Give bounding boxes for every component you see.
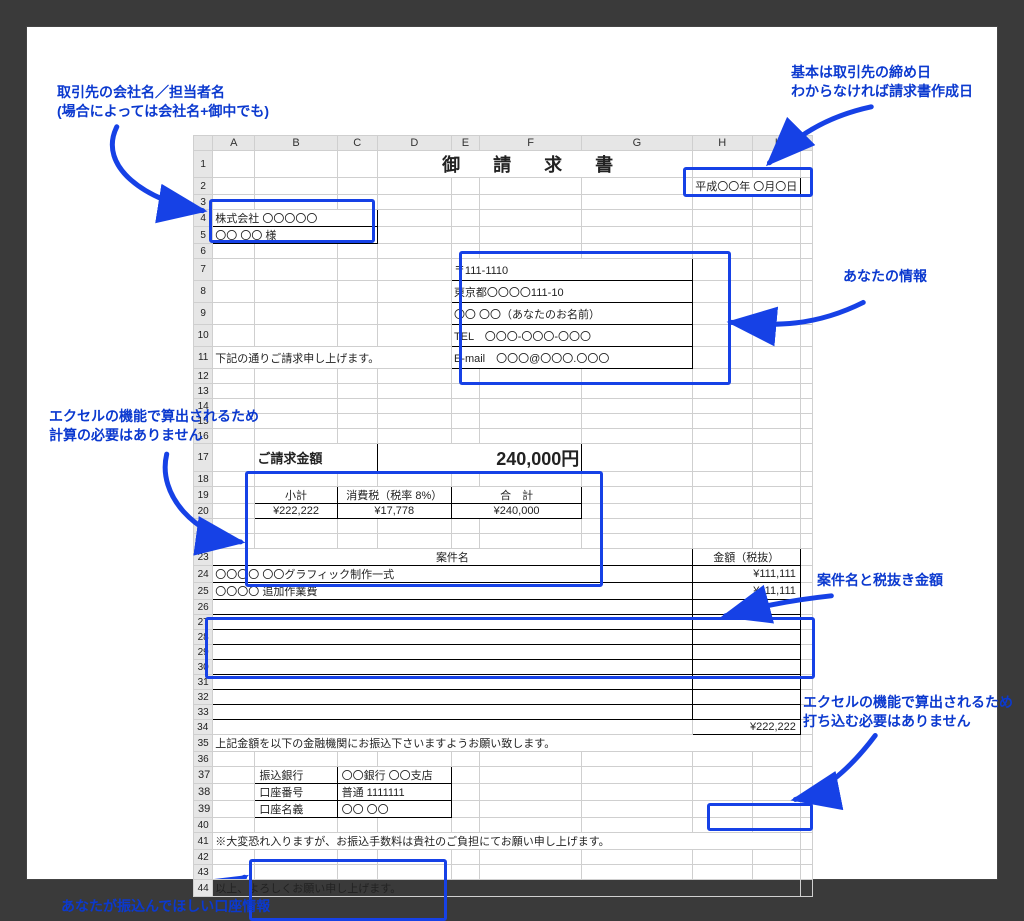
summary-total-header: 合 計 bbox=[451, 487, 581, 504]
sender-address: 東京都〇〇〇〇111-10 bbox=[451, 281, 692, 303]
callout-items: 案件名と税抜き金額 bbox=[817, 571, 943, 590]
col-header: I bbox=[752, 136, 800, 151]
summary-subtotal-header: 小計 bbox=[255, 487, 337, 504]
items-header-amount: 金額（税抜） bbox=[692, 549, 800, 566]
col-header: F bbox=[480, 136, 582, 151]
item-amount: ¥111,111 bbox=[692, 566, 800, 583]
col-header: G bbox=[582, 136, 692, 151]
sender-email: E-mail 〇〇〇@〇〇〇.〇〇〇 bbox=[451, 347, 692, 369]
summary-subtotal-value: ¥222,222 bbox=[255, 504, 337, 519]
col-header: E bbox=[451, 136, 479, 151]
col-header: J bbox=[800, 136, 812, 151]
callout-bank: あなたが振込んでほしい口座情報 bbox=[61, 897, 270, 916]
col-header: A bbox=[213, 136, 255, 151]
callout-sender: あなたの情報 bbox=[843, 267, 927, 286]
request-amount-value: 240,000円 bbox=[377, 444, 582, 472]
bank-label: 振込銀行 bbox=[255, 767, 337, 784]
callout-date: 基本は取引先の締め日 わからなければ請求書作成日 bbox=[791, 63, 973, 101]
col-header: C bbox=[337, 136, 377, 151]
summary-tax-value: ¥17,778 bbox=[337, 504, 451, 519]
summary-tax-header: 消費税（税率 8%） bbox=[337, 487, 451, 504]
col-header: D bbox=[377, 136, 451, 151]
sender-postal: 〒111-1110 bbox=[451, 259, 692, 281]
transfer-text: 上記金額を以下の金融機関にお振込下さいますようお願い致します。 bbox=[213, 735, 801, 752]
col-header: B bbox=[255, 136, 337, 151]
recipient-company: 株式会社 〇〇〇〇〇 bbox=[213, 210, 377, 227]
col-header: H bbox=[692, 136, 752, 151]
callout-total: エクセルの機能で算出されるため 打ち込む必要はありません bbox=[803, 693, 1013, 731]
summary-total-value: ¥240,000 bbox=[451, 504, 581, 519]
invoice-date: 平成〇〇年 〇月〇日 bbox=[692, 178, 800, 195]
acct-name-value: 〇〇 〇〇 bbox=[337, 801, 451, 818]
sender-name: 〇〇 〇〇（あなたのお名前） bbox=[451, 303, 692, 325]
item-amount: ¥111,111 bbox=[692, 583, 800, 600]
acct-name-label: 口座名義 bbox=[255, 801, 337, 818]
acct-value: 普通 1111111 bbox=[337, 784, 451, 801]
closing-text: 以上、よろしくお願い申し上げます。 bbox=[213, 880, 801, 897]
lead-text: 下記の通りご請求申し上げます。 bbox=[213, 347, 452, 369]
request-amount-label: ご請求金額 bbox=[255, 444, 377, 472]
item-name: 〇〇〇〇 〇〇グラフィック制作一式 bbox=[213, 566, 692, 583]
sender-tel: TEL 〇〇〇-〇〇〇-〇〇〇 bbox=[451, 325, 692, 347]
acct-label: 口座番号 bbox=[255, 784, 337, 801]
excel-grid: A B C D E F G H I J 1 御 請 求 書 bbox=[193, 135, 813, 865]
item-name: 〇〇〇〇 追加作業費 bbox=[213, 583, 692, 600]
bank-value: 〇〇銀行 〇〇支店 bbox=[337, 767, 451, 784]
invoice-title: 御 請 求 書 bbox=[377, 151, 692, 178]
items-header-name: 案件名 bbox=[213, 549, 692, 566]
fee-note: ※大変恐れ入りますが、お振込手数料は貴社のご負担にてお願い申し上げます。 bbox=[213, 833, 801, 850]
recipient-person: 〇〇 〇〇 様 bbox=[213, 227, 377, 244]
items-total: ¥222,222 bbox=[692, 720, 800, 735]
callout-calc: エクセルの機能で算出されるため 計算の必要はありません bbox=[49, 407, 259, 445]
callout-recipient: 取引先の会社名／担当者名 (場合によっては会社名+御中でも) bbox=[57, 83, 269, 121]
